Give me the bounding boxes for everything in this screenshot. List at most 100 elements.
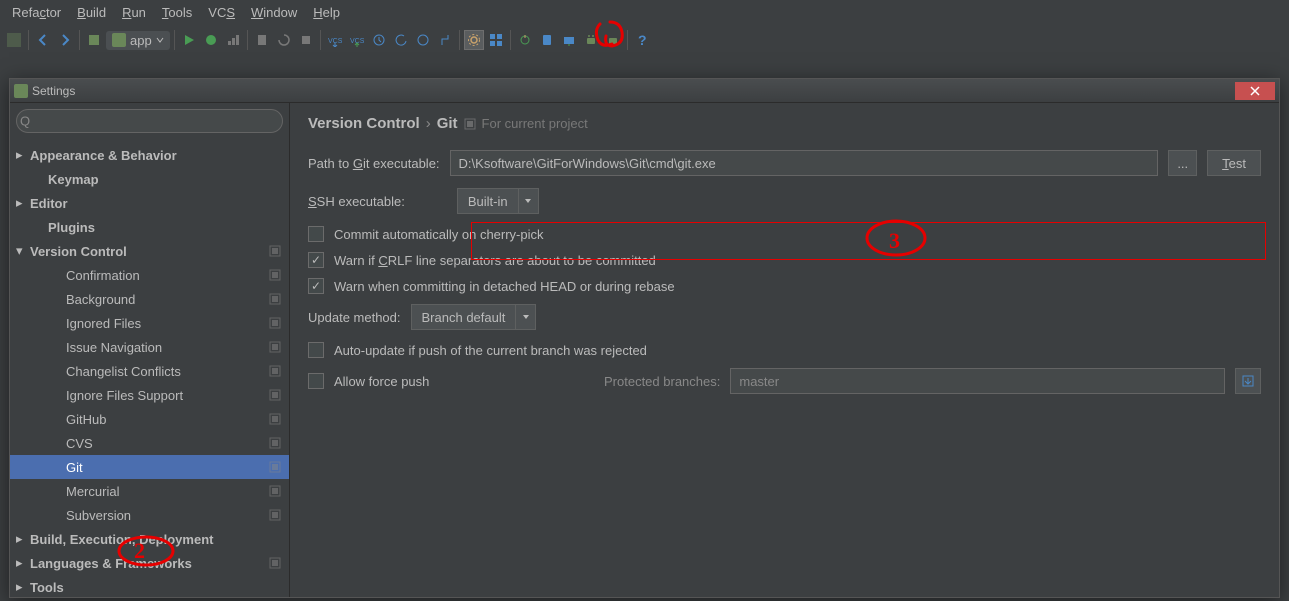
update-method-dropdown[interactable]: Branch default xyxy=(411,304,537,330)
autoupdate-row: Auto-update if push of the current branc… xyxy=(308,342,1261,358)
attach-icon[interactable] xyxy=(252,30,272,50)
tree-item-version-control[interactable]: ▾Version Control xyxy=(10,239,289,263)
settings-sidebar: Q ▸Appearance & BehaviorKeymap▸EditorPlu… xyxy=(10,103,290,597)
menu-refactor[interactable]: Refactor xyxy=(4,3,69,22)
tree-item-ignore-files-support[interactable]: Ignore Files Support xyxy=(10,383,289,407)
git-path-input[interactable] xyxy=(450,150,1159,176)
tree-item-build-execution-deployment[interactable]: ▸Build, Execution, Deployment xyxy=(10,527,289,551)
update-method-label: Update method: xyxy=(308,310,401,325)
back-icon[interactable] xyxy=(33,30,53,50)
android-robot-icon[interactable] xyxy=(603,30,623,50)
toolbar-separator xyxy=(247,30,248,50)
main-menu-bar: RefactorBuildRunToolsVCSWindowHelp xyxy=(0,0,1289,24)
ssh-dropdown[interactable]: Built-in xyxy=(457,188,539,214)
push-icon[interactable] xyxy=(413,30,433,50)
settings-icon[interactable] xyxy=(464,30,484,50)
close-icon xyxy=(1250,86,1260,96)
menu-window[interactable]: Window xyxy=(243,3,305,22)
chevron-down-icon xyxy=(524,197,532,205)
tree-item-tools[interactable]: ▸Tools xyxy=(10,575,289,597)
test-button[interactable]: Test xyxy=(1207,150,1261,176)
sdk-icon[interactable] xyxy=(559,30,579,50)
history-icon[interactable] xyxy=(369,30,389,50)
project-scope-icon xyxy=(269,509,281,521)
project-scope-icon xyxy=(269,485,281,497)
toolbar-separator xyxy=(79,30,80,50)
tree-label: Languages & Frameworks xyxy=(30,556,269,571)
tree-label: Tools xyxy=(30,580,281,595)
tree-item-cvs[interactable]: CVS xyxy=(10,431,289,455)
tree-item-subversion[interactable]: Subversion xyxy=(10,503,289,527)
module-icon[interactable] xyxy=(84,30,104,50)
forward-icon[interactable] xyxy=(55,30,75,50)
toolbar-separator xyxy=(510,30,511,50)
run-icon[interactable] xyxy=(179,30,199,50)
avd-icon[interactable] xyxy=(537,30,557,50)
app-icon xyxy=(14,84,28,98)
settings-search-input[interactable] xyxy=(16,109,283,133)
tree-label: Appearance & Behavior xyxy=(30,148,281,163)
tree-item-confirmation[interactable]: Confirmation xyxy=(10,263,289,287)
cherry-pick-checkbox[interactable] xyxy=(308,226,324,242)
project-scope-icon xyxy=(269,365,281,377)
run-config-label: app xyxy=(130,33,152,48)
menu-run[interactable]: Run xyxy=(114,3,154,22)
tree-item-git[interactable]: Git xyxy=(10,455,289,479)
menu-tools[interactable]: Tools xyxy=(154,3,200,22)
run-config-selector[interactable]: app xyxy=(106,31,170,50)
tree-item-appearance-behavior[interactable]: ▸Appearance & Behavior xyxy=(10,143,289,167)
tree-item-ignored-files[interactable]: Ignored Files xyxy=(10,311,289,335)
ssh-label: SSH executable: xyxy=(308,194,405,209)
help-icon[interactable]: ? xyxy=(632,30,652,50)
crlf-checkbox[interactable] xyxy=(308,252,324,268)
expand-button[interactable] xyxy=(1235,368,1261,394)
tree-item-mercurial[interactable]: Mercurial xyxy=(10,479,289,503)
tree-label: Build, Execution, Deployment xyxy=(30,532,281,547)
tree-label: Version Control xyxy=(30,244,269,259)
tree-item-changelist-conflicts[interactable]: Changelist Conflicts xyxy=(10,359,289,383)
breadcrumb-hint: For current project xyxy=(482,116,588,131)
android-icon xyxy=(112,33,126,47)
dialog-titlebar[interactable]: Settings xyxy=(10,79,1279,103)
tree-item-languages-frameworks[interactable]: ▸Languages & Frameworks xyxy=(10,551,289,575)
toolbar-icon[interactable] xyxy=(4,30,24,50)
tree-item-background[interactable]: Background xyxy=(10,287,289,311)
menu-help[interactable]: Help xyxy=(305,3,348,22)
sync-icon[interactable] xyxy=(515,30,535,50)
vcs-commit-icon[interactable]: VCS xyxy=(347,30,367,50)
autoupdate-checkbox[interactable] xyxy=(308,342,324,358)
browse-button[interactable]: ... xyxy=(1168,150,1197,176)
main-toolbar: app VCS VCS ? xyxy=(0,24,1289,56)
toolbar-separator xyxy=(459,30,460,50)
tree-item-issue-navigation[interactable]: Issue Navigation xyxy=(10,335,289,359)
tree-item-github[interactable]: GitHub xyxy=(10,407,289,431)
tree-label: Keymap xyxy=(48,172,281,187)
settings-dialog: Settings Q ▸Appearance & BehaviorKeymap▸… xyxy=(9,78,1280,598)
refresh-icon[interactable] xyxy=(274,30,294,50)
vcs-icon[interactable] xyxy=(435,30,455,50)
tree-label: Issue Navigation xyxy=(66,340,269,355)
vcs-update-icon[interactable]: VCS xyxy=(325,30,345,50)
force-push-checkbox[interactable] xyxy=(308,373,324,389)
protected-branches-input[interactable] xyxy=(730,368,1225,394)
force-push-row: Allow force push Protected branches: xyxy=(308,368,1261,394)
chevron-down-icon xyxy=(522,313,530,321)
close-button[interactable] xyxy=(1235,82,1275,100)
menu-vcs[interactable]: VCS xyxy=(200,3,243,22)
project-scope-icon xyxy=(269,437,281,449)
project-structure-icon[interactable] xyxy=(486,30,506,50)
tree-label: GitHub xyxy=(66,412,269,427)
toolbar-separator xyxy=(627,30,628,50)
detached-checkbox[interactable] xyxy=(308,278,324,294)
debug-icon[interactable] xyxy=(201,30,221,50)
stop-icon[interactable] xyxy=(296,30,316,50)
revert-icon[interactable] xyxy=(391,30,411,50)
project-scope-icon xyxy=(269,413,281,425)
tree-item-editor[interactable]: ▸Editor xyxy=(10,191,289,215)
android-robot-icon[interactable] xyxy=(581,30,601,50)
toolbar-separator xyxy=(320,30,321,50)
menu-build[interactable]: Build xyxy=(69,3,114,22)
profile-icon[interactable] xyxy=(223,30,243,50)
tree-item-keymap[interactable]: Keymap xyxy=(10,167,289,191)
tree-item-plugins[interactable]: Plugins xyxy=(10,215,289,239)
